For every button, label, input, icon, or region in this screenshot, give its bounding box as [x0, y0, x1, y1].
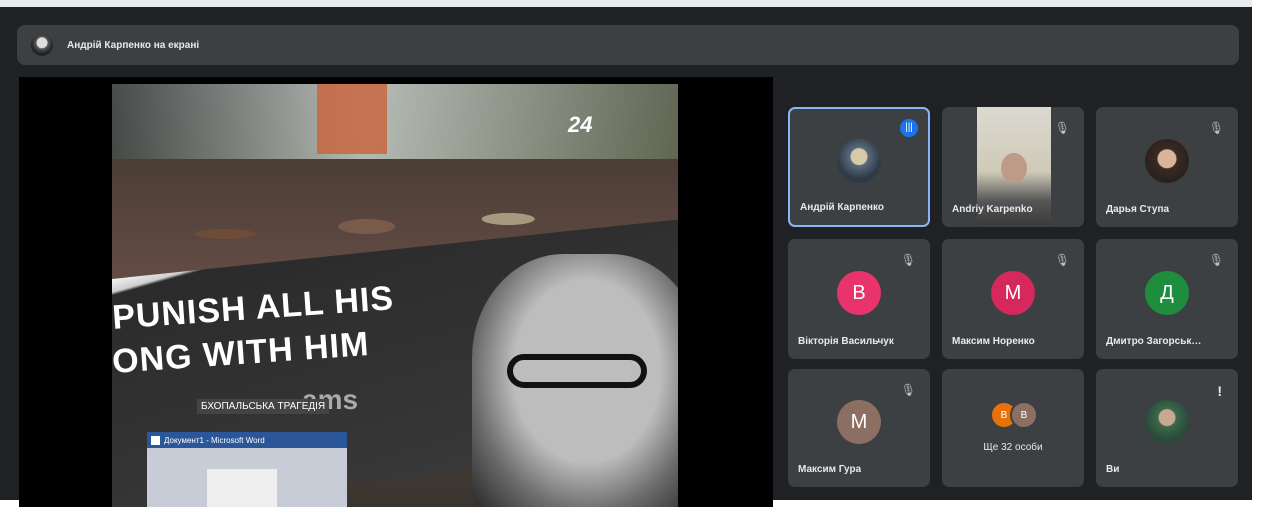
channel-logo: 24 [568, 112, 593, 137]
participant-tile[interactable]: 🎙 М Максим Норенко [942, 239, 1084, 359]
participant-tile[interactable]: 🎙 Andriy Karpenko [942, 107, 1084, 227]
participant-tile[interactable]: 🎙 Дарья Ступа [1096, 107, 1238, 227]
participant-name: Максим Норенко [952, 336, 1035, 347]
presenter-avatar-icon [31, 34, 53, 56]
word-document-area [207, 469, 277, 507]
more-participants-avatars: В В [990, 401, 1038, 429]
participant-tile[interactable]: ||| Андрій Карпенко [788, 107, 930, 227]
participant-tile[interactable]: 🎙 В Вікторія Васильчук [788, 239, 930, 359]
participant-tile[interactable]: 🎙 Д Дмитро Загорськ… [1096, 239, 1238, 359]
participant-name: Андрій Карпенко [800, 202, 884, 213]
self-tile[interactable]: ! Ви [1096, 369, 1238, 487]
more-participants-label: Ще 32 особи [983, 442, 1043, 453]
presenting-banner: Андрій Карпенко на екрані [17, 25, 1239, 65]
participant-initial-avatar: В [837, 271, 881, 315]
participant-initial-avatar: М [837, 400, 881, 444]
word-window-titlebar: Документ1 - Microsoft Word [147, 432, 347, 448]
mic-off-icon: 🎙 [900, 253, 916, 267]
participant-name: Вікторія Васильчук [798, 336, 894, 347]
more-avatar: В [1010, 401, 1038, 429]
participant-initial-avatar: М [991, 271, 1035, 315]
participant-name: Andriy Karpenko [952, 204, 1033, 215]
mic-off-icon: 🎙 [1208, 121, 1224, 135]
shared-screen-content: 24 PUNISH ALL HIS ONG WITH HIM ams БХОПА… [112, 84, 678, 507]
word-window-title: Документ1 - Microsoft Word [164, 435, 265, 445]
alert-icon: ! [1217, 383, 1222, 399]
participant-initial-avatar: Д [1145, 271, 1189, 315]
shared-screen-area[interactable]: 24 PUNISH ALL HIS ONG WITH HIM ams БХОПА… [19, 77, 773, 507]
word-app-icon [151, 435, 160, 445]
participant-name: Дмитро Загорськ… [1106, 336, 1202, 347]
more-participants-tile[interactable]: В В Ще 32 особи [942, 369, 1084, 487]
participant-name: Ви [1106, 464, 1120, 475]
participant-tile[interactable]: 🎙 М Максим Гура [788, 369, 930, 487]
mic-off-icon: 🎙 [1054, 121, 1070, 135]
participant-name: Дарья Ступа [1106, 204, 1170, 215]
participant-avatar [1145, 400, 1189, 444]
mic-off-icon: 🎙 [900, 383, 916, 397]
participant-avatar [1145, 139, 1189, 183]
video-caption: БХОПАЛЬСЬКА ТРАГЕДІЯ [197, 399, 330, 414]
meeting-window: Андрій Карпенко на екрані 24 PUNISH ALL … [0, 0, 1252, 507]
participant-avatar [837, 139, 881, 183]
speaking-indicator-icon: ||| [900, 119, 918, 137]
participant-name: Максим Гура [798, 464, 862, 475]
mic-off-icon: 🎙 [1208, 253, 1224, 267]
mic-off-icon: 🎙 [1054, 253, 1070, 267]
presenting-label: Андрій Карпенко на екрані [67, 39, 200, 51]
